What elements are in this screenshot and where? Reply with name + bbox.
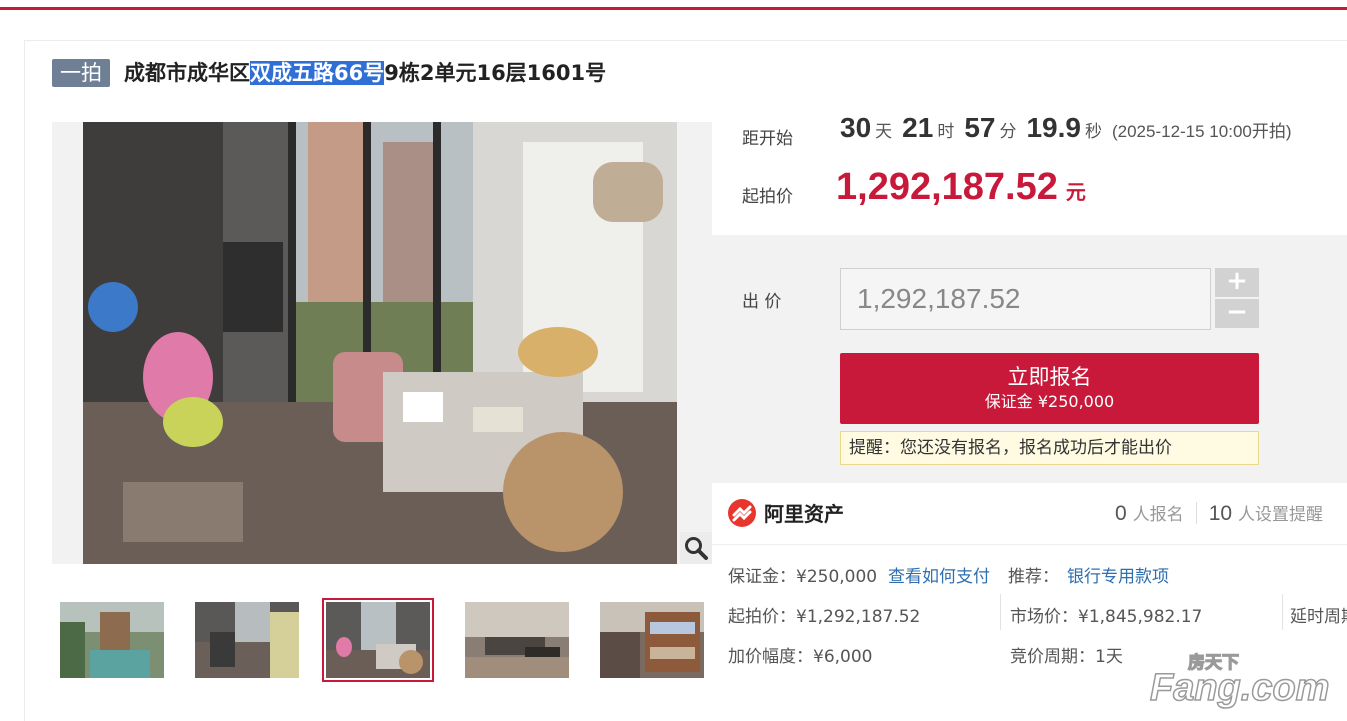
title-highlight[interactable]: 双成五路66号 [250, 61, 385, 85]
decrease-bid-button[interactable]: − [1215, 299, 1259, 328]
thumbnail-strip [52, 598, 712, 682]
auction-start-time: (2025-12-15 10:00开拍) [1111, 122, 1292, 141]
fang-watermark: 房天下 Fang.com [1148, 650, 1338, 710]
room-photo-image [83, 122, 677, 564]
bid-label: 出 价 [742, 292, 782, 312]
title-row: 一拍 成都市成华区双成五路66号9栋2单元16层1601号 [52, 58, 606, 88]
magnifier-icon [685, 537, 708, 560]
thumbnail-5[interactable] [596, 598, 708, 682]
info-divider [712, 544, 1347, 545]
thumbnail-room-1-image [195, 602, 299, 678]
thumbnail-room-2-image [326, 602, 430, 678]
thumbnail-4[interactable] [461, 598, 573, 682]
thumbnail-1[interactable] [56, 598, 168, 682]
countdown-hours-unit: 时 [937, 122, 955, 142]
market-price-info: 市场价：¥1,845,982.17 [1010, 607, 1203, 627]
bank-payment-link[interactable]: 银行专用款项 [1067, 567, 1169, 587]
top-accent-line [0, 7, 1347, 10]
recommend-label: 推荐： [1008, 567, 1059, 587]
signup-count-label: 人报名 [1132, 505, 1184, 525]
countdown-minutes: 57 [964, 112, 996, 143]
countdown-hours: 21 [902, 112, 934, 143]
brand-name: 阿里资产 [764, 502, 844, 526]
thumbnail-living-room-image [465, 602, 569, 678]
register-now-button[interactable]: 立即报名 保证金 ¥250,000 [840, 353, 1259, 424]
signup-count: 0 [1115, 502, 1127, 525]
increment-info: 加价幅度：¥6,000 [728, 647, 873, 667]
fang-watermark-logo: 房天下 Fang.com [1149, 651, 1330, 709]
countdown-timer: 30 天 21 时 57 分 19.9 秒 (2025-12-15 10:00开拍) [840, 112, 1292, 144]
watermark-big-text: Fang.com [1150, 667, 1329, 709]
register-deposit-label: 保证金 ¥250,000 [984, 392, 1115, 411]
register-now-label: 立即报名 [1007, 365, 1092, 389]
countdown-seconds: 19.9 [1026, 112, 1081, 143]
increase-bid-button[interactable]: + [1215, 268, 1259, 297]
page-title: 成都市成华区双成五路66号9栋2单元16层1601号 [124, 58, 606, 88]
countdown-label: 距开始 [742, 129, 793, 149]
deposit-info: 保证金：¥250,000 [728, 567, 878, 587]
how-to-pay-link-text[interactable]: 查看如何支付 [888, 567, 990, 587]
countdown-seconds-unit: 秒 [1084, 122, 1102, 142]
title-prefix: 成都市成华区 [124, 61, 250, 85]
zoom-button[interactable] [680, 532, 712, 564]
stats-separator [1195, 502, 1197, 524]
auction-round-tag: 一拍 [52, 59, 110, 87]
countdown-minutes-unit: 分 [999, 122, 1017, 142]
start-price-label: 起拍价 [742, 187, 793, 207]
registration-reminder: 提醒：您还没有报名，报名成功后才能出价 [840, 431, 1259, 465]
countdown-days-unit: 天 [875, 122, 893, 142]
thumbnail-bunk-bed-image [600, 602, 704, 678]
auction-stats: 0 人报名 10 人设置提醒 [1115, 500, 1323, 526]
bid-amount-input[interactable]: 1,292,187.52 [840, 268, 1211, 330]
how-to-pay-link[interactable]: 查看如何支付 [888, 562, 990, 587]
thumbnail-garden-image [60, 602, 164, 678]
title-suffix: 9栋2单元16层1601号 [384, 61, 607, 85]
start-price-info: 起拍价：¥1,292,187.52 [728, 607, 921, 627]
recommend-info: 推荐： 银行专用款项 [1008, 562, 1169, 587]
main-photo[interactable] [52, 122, 712, 564]
start-price-value: 1,292,187.52 [836, 166, 1058, 208]
reminder-count-label: 人设置提醒 [1238, 505, 1324, 525]
thumbnail-2[interactable] [191, 598, 303, 682]
delay-cycle-info: 延时周期 [1290, 607, 1347, 627]
info-separator-2 [1282, 594, 1283, 630]
ali-assets-logo-icon [728, 498, 756, 527]
start-price: 1,292,187.52 元 [836, 166, 1086, 209]
info-separator-1 [1000, 594, 1001, 630]
start-price-unit: 元 [1065, 180, 1086, 204]
reminder-count: 10 [1208, 502, 1233, 525]
bidding-cycle-info: 竞价周期：1天 [1010, 647, 1123, 667]
thumbnail-3[interactable] [322, 598, 434, 682]
countdown-days: 30 [840, 112, 872, 143]
brand[interactable]: 阿里资产 [728, 498, 844, 527]
